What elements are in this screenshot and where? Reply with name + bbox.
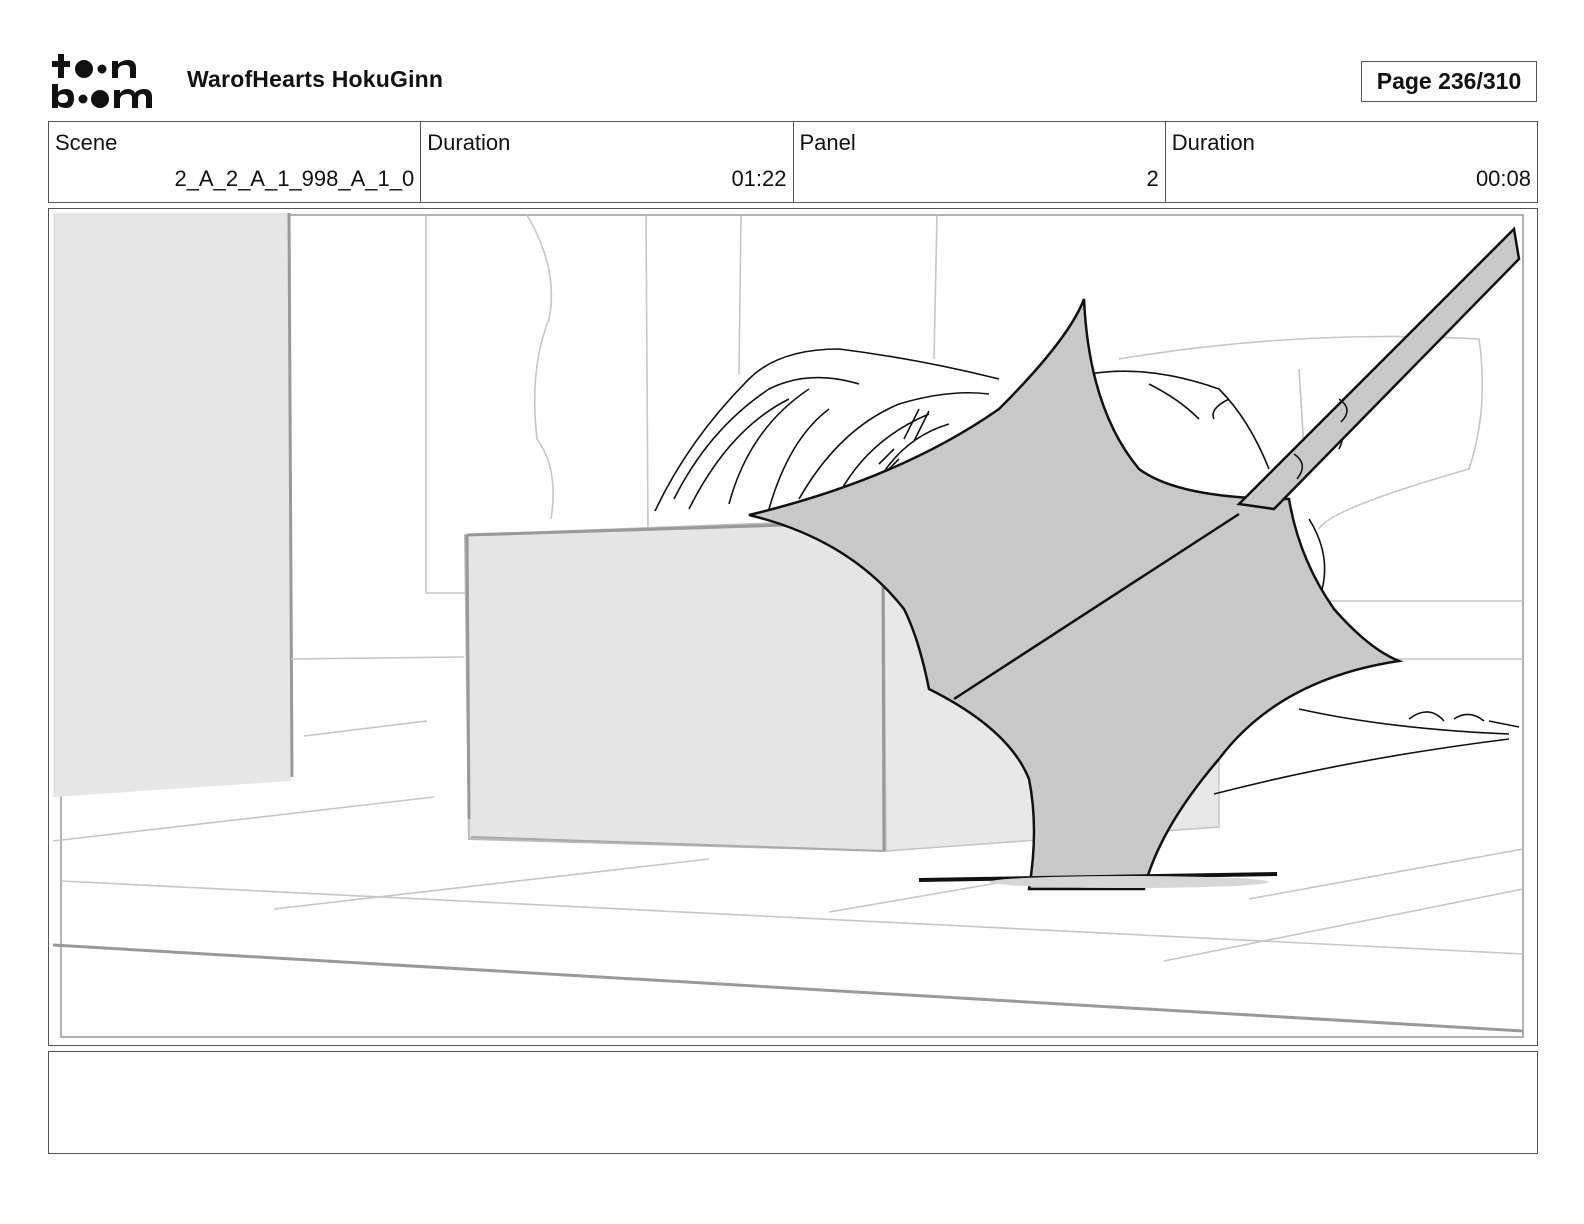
panel-cell: Panel 2 [794, 122, 1166, 202]
panel-label: Panel [799, 130, 856, 155]
umbrella-handle [1236, 226, 1521, 511]
panel-duration-cell: Duration 00:08 [1166, 122, 1537, 202]
bed-shape [463, 517, 888, 853]
storyboard-sketch [52, 212, 1524, 1038]
scene-value: 2_A_2_A_1_998_A_1_0 [174, 166, 415, 191]
panel-notes [48, 1051, 1538, 1154]
scene-cell: Scene 2_A_2_A_1_998_A_1_0 [49, 122, 422, 202]
scene-duration-label: Duration [427, 130, 511, 155]
panel-duration-value: 00:08 [1475, 166, 1531, 191]
scene-duration-cell: Duration 01:22 [421, 122, 794, 202]
panel-duration-label: Duration [1171, 130, 1255, 155]
scene-duration-value: 01:22 [731, 166, 787, 191]
toon-boom-logo [52, 52, 164, 112]
wall-shape [53, 213, 291, 797]
panel-value: 2 [1146, 166, 1159, 191]
project-title: WarofHearts HokuGinn [187, 66, 444, 92]
storyboard-panel [48, 208, 1538, 1046]
scene-info-table: Scene 2_A_2_A_1_998_A_1_0 Duration 01:22… [48, 121, 1538, 203]
scene-label: Scene [55, 130, 118, 155]
page-indicator: Page 236/310 [1361, 61, 1537, 102]
